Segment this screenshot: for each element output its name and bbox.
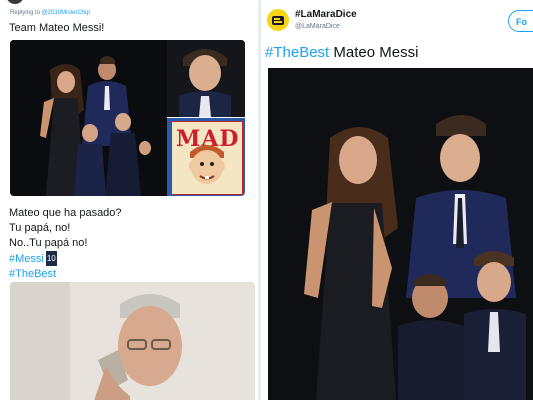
family-photo-illustration xyxy=(10,40,167,196)
left-tweet-panel: Replying to @2010MisterChip Team Mateo M… xyxy=(0,0,258,400)
mad-magazine-cover: MAD xyxy=(171,121,243,195)
tweet-text: Team Mateo Messi! xyxy=(9,22,105,34)
ten-emoji-icon: 10 xyxy=(45,251,57,266)
account-logo[interactable] xyxy=(267,9,289,31)
avatar[interactable] xyxy=(6,0,24,4)
tweet-body-lines: Mateo que ha pasado? Tu papá, no! No..Tu… xyxy=(9,206,122,282)
follow-button[interactable]: Fo xyxy=(508,10,533,32)
tweet-line: Mateo que ha pasado? xyxy=(9,207,122,219)
tweet-text: #TheBest Mateo Messi xyxy=(265,44,418,61)
alfred-face-illustration xyxy=(189,145,225,184)
tweet-photo-family[interactable] xyxy=(10,40,167,196)
phone-call-illustration xyxy=(10,282,255,400)
tweet-text-body: Mateo Messi xyxy=(333,44,419,61)
reply-handle-link[interactable]: @2010MisterChip xyxy=(42,10,90,16)
tweet-line: No..Tu papá no! xyxy=(9,237,88,249)
boy-photo-illustration xyxy=(167,40,245,117)
reply-context: Replying to @2010MisterChip xyxy=(10,10,90,16)
tweet-line: Tu papá, no! xyxy=(9,222,71,234)
tweet-photo-phone-call[interactable] xyxy=(10,282,255,400)
hashtag-thebest-link[interactable]: #TheBest xyxy=(265,44,329,61)
account-handle[interactable]: @LaMaraDice xyxy=(295,23,340,30)
tweet-photo-family-large[interactable] xyxy=(268,68,533,400)
tweet-photo-mad-cover[interactable]: MAD xyxy=(167,118,245,196)
hashtag-messi-text: #Messi xyxy=(9,253,44,265)
lamara-logo-icon xyxy=(272,16,284,25)
right-tweet-panel: #LaMaraDice @LaMaraDice Fo #TheBest Mate… xyxy=(261,0,533,400)
account-name[interactable]: #LaMaraDice xyxy=(295,9,357,20)
hashtag-thebest-link[interactable]: #TheBest xyxy=(9,267,122,282)
family-large-photo-illustration xyxy=(268,68,533,400)
reply-prefix: Replying to xyxy=(10,10,41,16)
hashtag-messi-link[interactable]: #Messi 10 xyxy=(9,251,122,267)
tweet-photo-boy[interactable] xyxy=(167,40,245,117)
